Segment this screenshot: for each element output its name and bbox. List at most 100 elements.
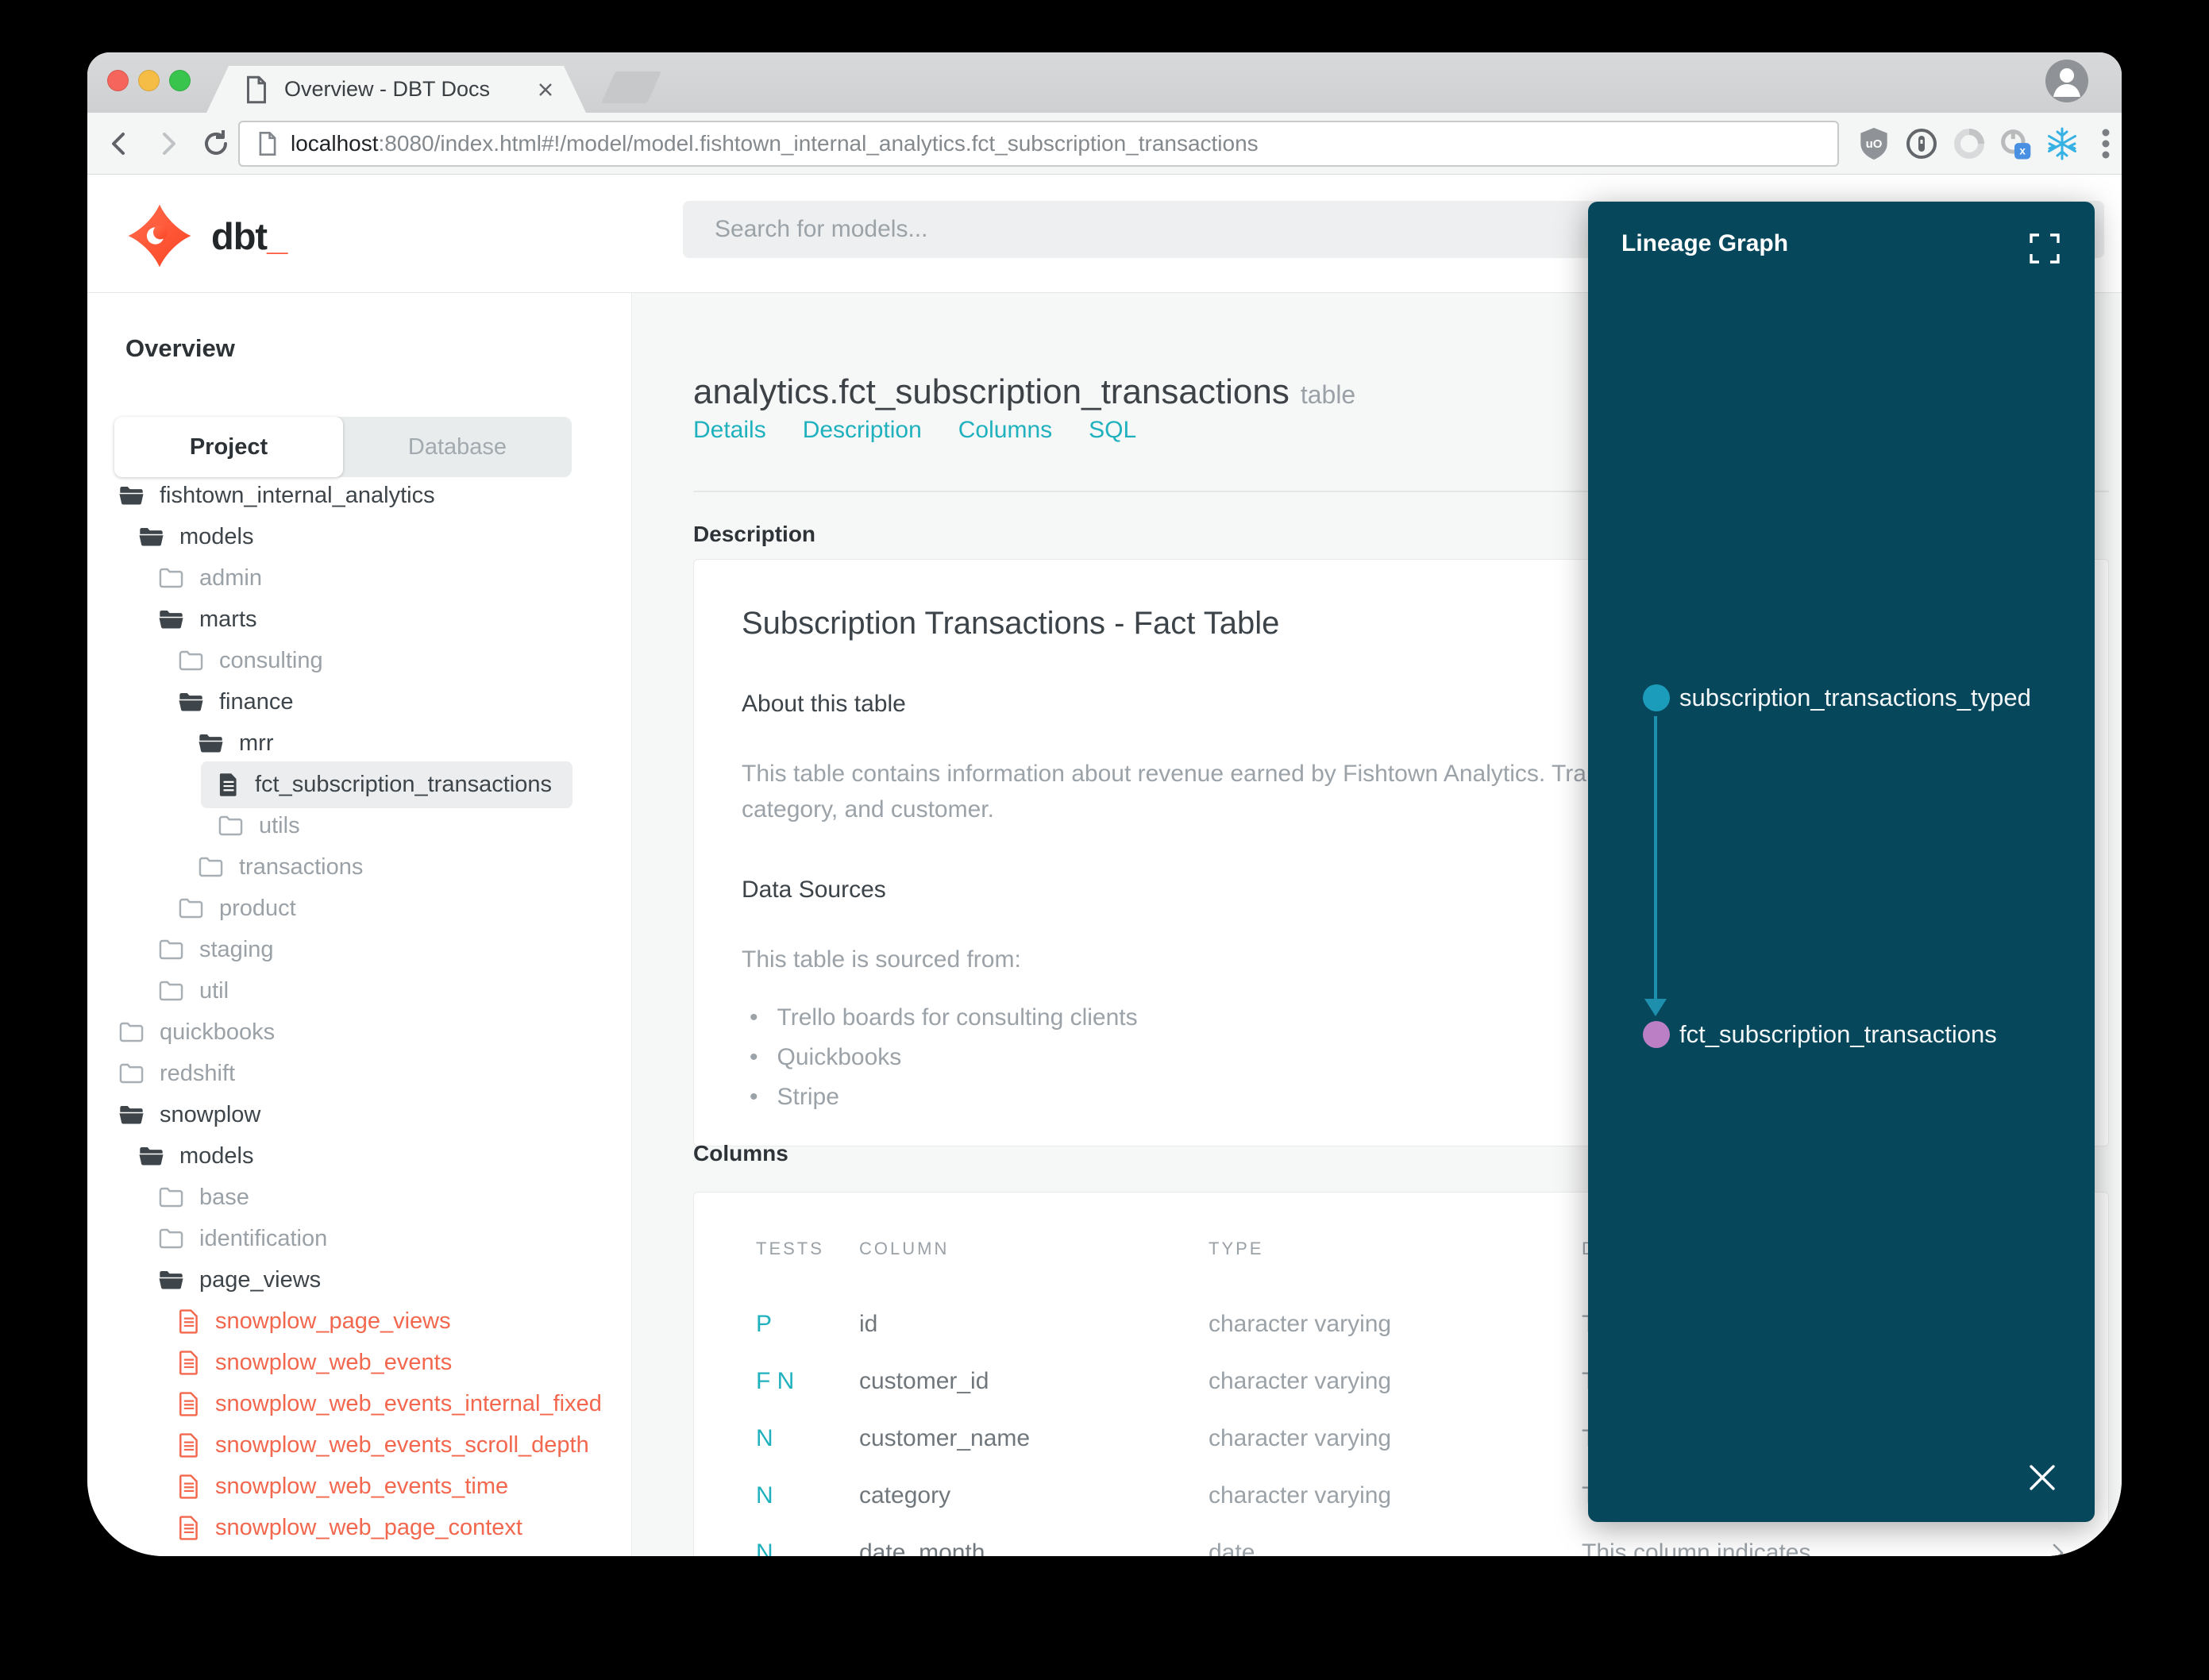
- header-column: COLUMN: [859, 1239, 950, 1258]
- lineage-node-dot: [1643, 1021, 1670, 1048]
- cell-description: This column indicates ...: [1582, 1539, 1837, 1556]
- ublock-shield-icon[interactable]: uO: [1856, 126, 1891, 161]
- close-icon[interactable]: [2028, 1463, 2057, 1492]
- minimize-window-button[interactable]: [138, 70, 160, 91]
- page-title: analytics.fct_subscription_transactions t…: [693, 372, 1356, 411]
- file-red-icon: [179, 1391, 199, 1416]
- tree-item-page_views[interactable]: page_views: [87, 1259, 631, 1300]
- folder-open-icon: [159, 609, 183, 630]
- browser-tab[interactable]: Overview - DBT Docs: [206, 66, 586, 113]
- tree-item-snowplow[interactable]: snowplow: [87, 1094, 631, 1135]
- tree-item-label: models: [179, 1142, 254, 1169]
- lineage-node-fct_subscription_transactions[interactable]: fct_subscription_transactions: [1643, 1014, 1997, 1055]
- tree-item-label: snowplow_web_events_internal_fixed: [215, 1390, 602, 1416]
- tree-item-util[interactable]: util: [87, 970, 631, 1011]
- tree-item-snowplow_page_views[interactable]: snowplow_page_views: [87, 1300, 631, 1342]
- onepassword-icon[interactable]: [1904, 126, 1939, 161]
- zoom-window-button[interactable]: [169, 70, 191, 91]
- fullscreen-icon[interactable]: [2030, 233, 2060, 264]
- snowflake-icon[interactable]: [2045, 126, 2080, 161]
- back-icon[interactable]: [102, 126, 137, 161]
- tree-item-marts[interactable]: marts: [87, 599, 631, 640]
- file-red-icon: [179, 1432, 199, 1458]
- new-tab-button[interactable]: [601, 71, 661, 103]
- page-title-suffix: table: [1300, 380, 1356, 409]
- folder-open-icon: [179, 692, 203, 712]
- tree-item-label: snowplow: [160, 1101, 261, 1127]
- tab-project[interactable]: Project: [114, 417, 343, 477]
- tree-item-label: snowplow_web_events_time: [215, 1473, 509, 1499]
- tree-item-product[interactable]: product: [87, 888, 631, 929]
- folder-closed-icon: [179, 898, 203, 919]
- tree-item-label: fishtown_internal_analytics: [160, 482, 435, 508]
- close-window-button[interactable]: [107, 70, 129, 91]
- tab-details[interactable]: Details: [693, 417, 766, 444]
- cell-tests: N: [756, 1482, 773, 1509]
- tree-item-staging[interactable]: staging: [87, 929, 631, 970]
- lineage-edge: [1654, 716, 1657, 1000]
- tab-database[interactable]: Database: [343, 417, 572, 477]
- folder-open-icon: [139, 1146, 164, 1166]
- tree-item-admin[interactable]: admin: [87, 557, 631, 599]
- tab-columns[interactable]: Columns: [958, 417, 1052, 444]
- tree-item-fct_subscription_transactions[interactable]: fct_subscription_transactions: [87, 761, 631, 808]
- column-row-date_month[interactable]: Ndate_month date This column indicates ...: [756, 1524, 2108, 1556]
- columns-section-label: Columns: [693, 1141, 788, 1166]
- tree-item-models[interactable]: models: [87, 516, 631, 557]
- tree-item-finance[interactable]: finance: [87, 681, 631, 722]
- tree-item-snowplow_web_page_context[interactable]: snowplow_web_page_context: [87, 1507, 631, 1548]
- lineage-node-subscription_transactions_typed[interactable]: subscription_transactions_typed: [1643, 677, 2031, 719]
- tree-item-base[interactable]: base: [87, 1177, 631, 1218]
- forward-icon[interactable]: [151, 126, 186, 161]
- file-red-icon: [179, 1474, 199, 1499]
- tree-item-utils[interactable]: utils: [87, 805, 631, 846]
- tree-item-redshift[interactable]: redshift: [87, 1053, 631, 1094]
- tree-item-snowplow_web_events_internal_fixed[interactable]: snowplow_web_events_internal_fixed: [87, 1383, 631, 1424]
- tree-item-quickbooks[interactable]: quickbooks: [87, 1011, 631, 1053]
- sidebar: Overview Project Database fishtown_inter…: [87, 293, 632, 1556]
- lineage-graph-panel: Lineage Graph subscription_transactions_…: [1588, 202, 2095, 1522]
- browser-menu-icon[interactable]: [2088, 126, 2122, 161]
- file-red-icon: [179, 1308, 199, 1334]
- tree-item-models[interactable]: models: [87, 1135, 631, 1177]
- tree-item-mrr[interactable]: mrr: [87, 722, 631, 764]
- tree-item-consulting[interactable]: consulting: [87, 640, 631, 681]
- dbt-logo[interactable]: dbt_: [125, 202, 287, 270]
- tree-item-label: marts: [199, 606, 257, 632]
- cell-column: id: [859, 1311, 878, 1337]
- reload-icon[interactable]: [199, 126, 233, 161]
- tree-item-label: snowplow_web_events_scroll_depth: [215, 1431, 589, 1458]
- tree-item-identification[interactable]: identification: [87, 1218, 631, 1259]
- file-icon: [218, 773, 239, 797]
- cell-column: category: [859, 1482, 951, 1509]
- page-doc-icon: [257, 131, 278, 156]
- tree-item-label: snowplow_page_views: [215, 1308, 451, 1334]
- folder-closed-icon: [159, 1187, 183, 1208]
- lineage-node-dot: [1643, 684, 1670, 711]
- header-tests: TESTS: [756, 1239, 824, 1258]
- tree-item-label: identification: [199, 1225, 328, 1251]
- svg-text:x: x: [2019, 145, 2026, 157]
- tab-sql[interactable]: SQL: [1089, 417, 1136, 444]
- tree-item-label: mrr: [239, 730, 274, 756]
- tree-item-fishtown_internal_analytics[interactable]: fishtown_internal_analytics: [87, 475, 631, 516]
- tab-description[interactable]: Description: [803, 417, 922, 444]
- cell-tests: P: [756, 1311, 773, 1337]
- power-x-icon[interactable]: x: [1997, 126, 2032, 161]
- tree-item-label: fct_subscription_transactions: [255, 771, 552, 797]
- cell-type: character varying: [1209, 1311, 1392, 1337]
- browser-profile-avatar[interactable]: [2045, 60, 2088, 102]
- url-bar[interactable]: localhost:8080/index.html#!/model/model.…: [238, 121, 1839, 167]
- file-tree: fishtown_internal_analyticsmodels admin ma…: [87, 475, 631, 1548]
- folder-closed-icon: [119, 1022, 144, 1042]
- extension-circle-icon[interactable]: [1952, 126, 1987, 161]
- tree-item-label: models: [179, 523, 254, 549]
- browser-window: Overview - DBT Docs localhost:8080/index…: [87, 52, 2122, 1556]
- header-type: TYPE: [1209, 1239, 1264, 1258]
- tree-item-snowplow_web_events_scroll_depth[interactable]: snowplow_web_events_scroll_depth: [87, 1424, 631, 1466]
- tree-item-snowplow_web_events[interactable]: snowplow_web_events: [87, 1342, 631, 1383]
- tab-close-icon[interactable]: [537, 81, 554, 98]
- tree-item-snowplow_web_events_time[interactable]: snowplow_web_events_time: [87, 1466, 631, 1507]
- tree-item-transactions[interactable]: transactions: [87, 846, 631, 888]
- cell-tests: F N: [756, 1368, 795, 1394]
